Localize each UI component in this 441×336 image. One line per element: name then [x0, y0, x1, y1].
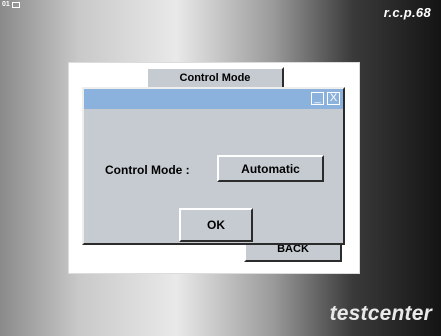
brand-logo-bottom: testcenter	[329, 302, 432, 325]
window-indicator[interactable]: 01	[2, 1, 20, 9]
top-bar: 01	[0, 0, 441, 10]
control-mode-value-button[interactable]: Automatic	[217, 155, 324, 182]
control-mode-label: Control Mode :	[105, 163, 190, 177]
control-mode-menu-button[interactable]: Control Mode	[146, 67, 284, 89]
brand-logo-top: r.c.p.68	[383, 5, 431, 20]
close-icon[interactable]: X	[327, 92, 340, 105]
window-number: 01	[2, 1, 10, 8]
control-mode-dialog: _ X Control Mode : Automatic OK	[82, 87, 345, 245]
ok-button[interactable]: OK	[179, 208, 253, 242]
window-icon	[11, 2, 20, 8]
minimize-icon[interactable]: _	[311, 92, 324, 105]
dialog-titlebar[interactable]: _ X	[84, 89, 343, 109]
